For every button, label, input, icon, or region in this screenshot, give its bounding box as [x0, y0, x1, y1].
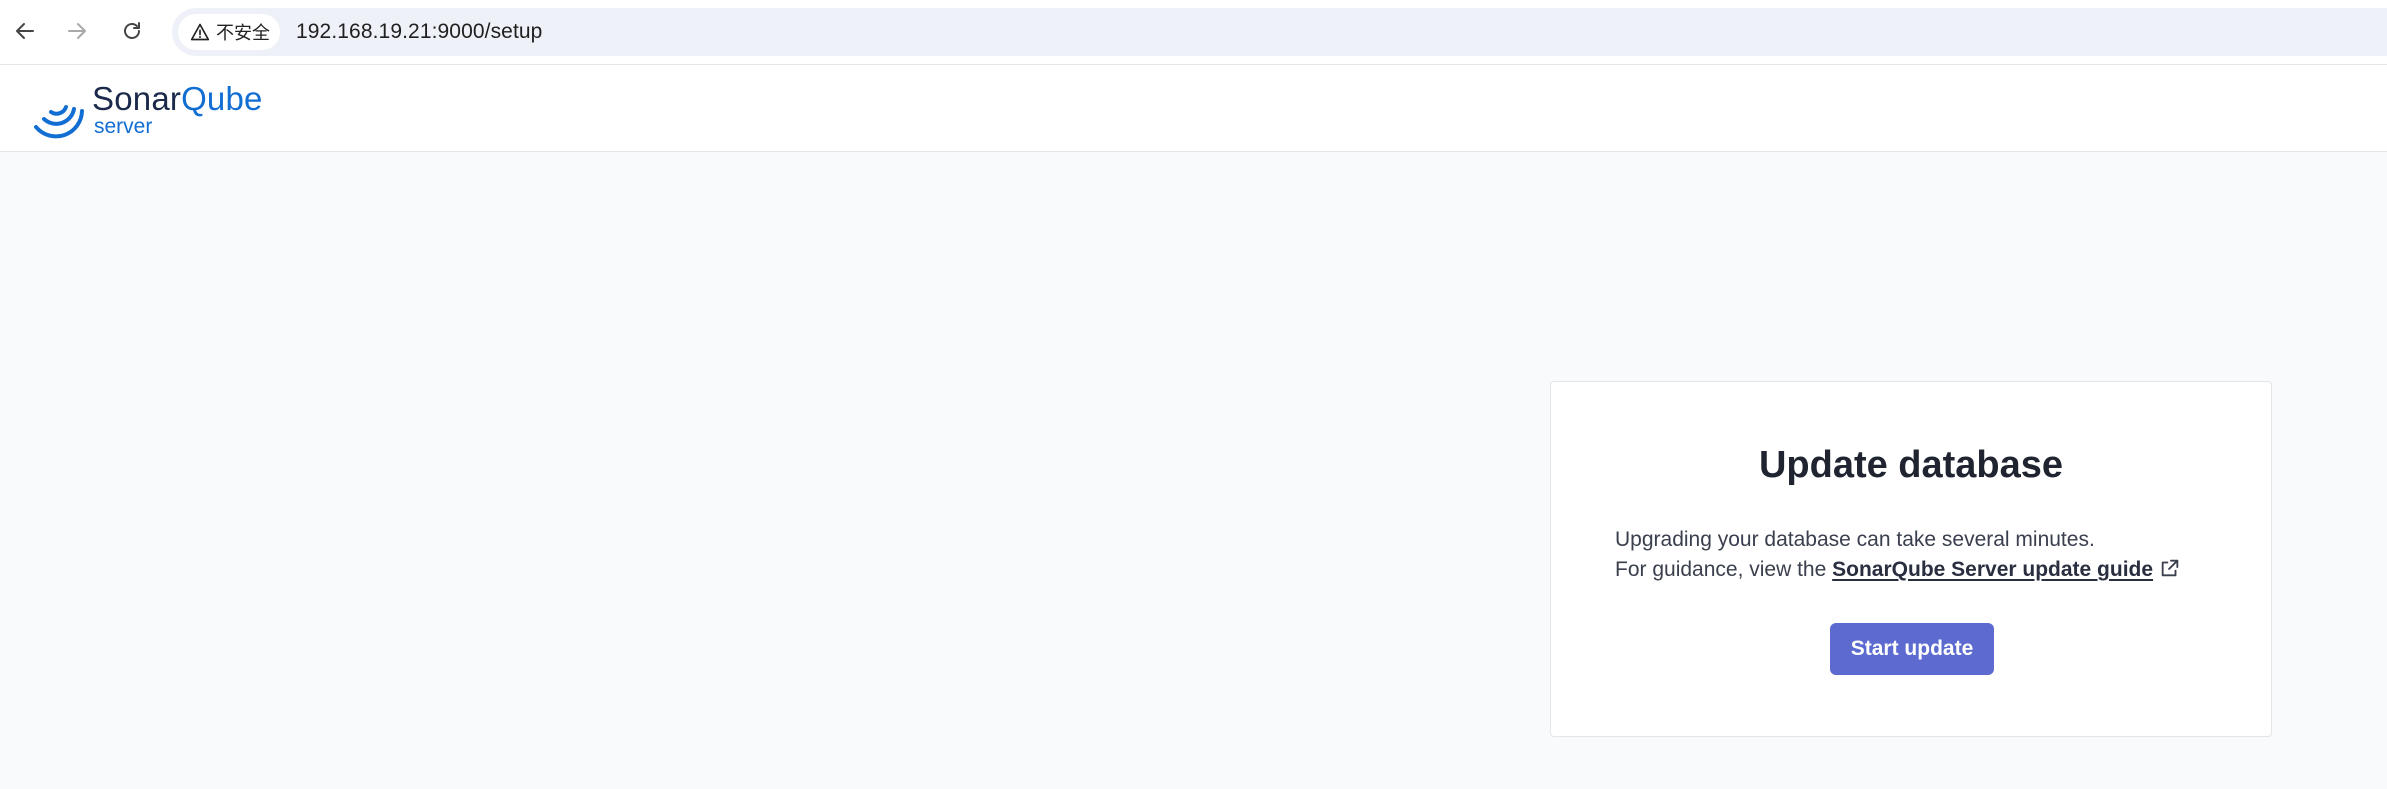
app-header: SonarQube server [0, 64, 2387, 152]
reload-button[interactable] [105, 4, 159, 58]
arrow-right-icon [68, 23, 86, 39]
external-link-icon [2161, 559, 2179, 577]
description-line-1: Upgrading your database can take several… [1615, 528, 2095, 551]
address-bar[interactable]: 不安全 192.168.19.21:9000/setup [172, 8, 2387, 56]
logo-wordmark: SonarQube [92, 81, 263, 117]
start-update-button[interactable]: Start update [1830, 623, 1994, 675]
logo-subtitle: server [94, 115, 153, 138]
warning-triangle-icon [190, 23, 210, 41]
logo-word-qube: Qube [181, 80, 263, 117]
security-indicator[interactable]: 不安全 [178, 14, 280, 50]
url-text[interactable]: 192.168.19.21:9000/setup [296, 20, 542, 44]
sonarqube-logo[interactable]: SonarQube server [30, 81, 263, 141]
description-line-2: For guidance, view the SonarQube Server … [1615, 555, 2235, 585]
reload-icon [124, 22, 140, 39]
update-guide-link[interactable]: SonarQube Server update guide [1832, 558, 2153, 581]
guidance-prefix: For guidance, view the [1615, 558, 1827, 581]
card-description: Upgrading your database can take several… [1615, 525, 2235, 585]
security-label: 不安全 [216, 23, 270, 43]
update-database-card: Update database Upgrading your database … [1550, 381, 2272, 737]
forward-button[interactable] [50, 4, 104, 58]
logo-word-sonar: Sonar [92, 80, 182, 117]
card-title: Update database [1758, 444, 2064, 486]
arrow-left-icon [16, 23, 34, 39]
logo-text: SonarQube server [92, 81, 263, 138]
browser-toolbar: 不安全 192.168.19.21:9000/setup [0, 0, 2387, 64]
update-guide-link-label: SonarQube Server update guide [1832, 558, 2154, 581]
back-button[interactable] [0, 4, 52, 58]
sonarqube-waves-icon [34, 105, 84, 139]
